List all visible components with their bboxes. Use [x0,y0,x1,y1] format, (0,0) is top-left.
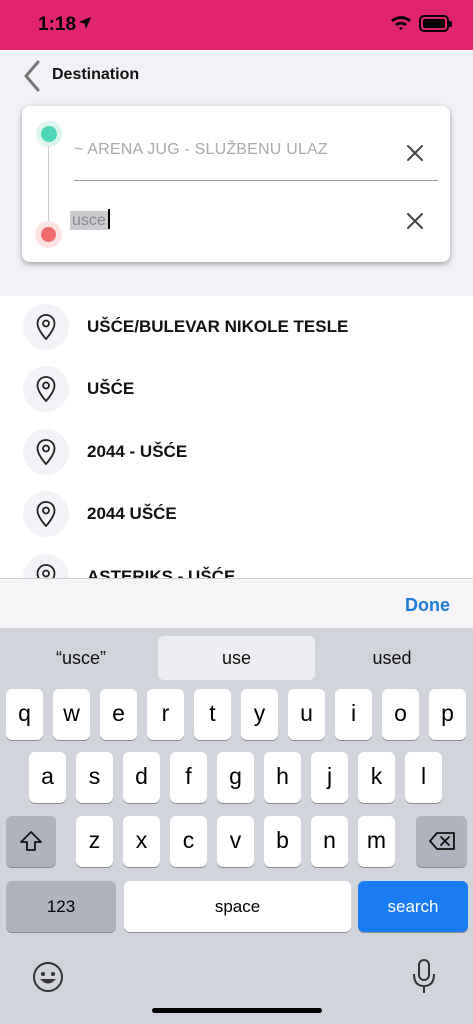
list-item[interactable]: 2044 UŠĆE [0,483,473,545]
key-w[interactable]: w [53,689,90,740]
key-k[interactable]: k [358,752,395,803]
key-u[interactable]: u [288,689,325,740]
back-button[interactable] [18,58,46,94]
emoji-button[interactable] [31,960,65,994]
key-g[interactable]: g [217,752,254,803]
key-t[interactable]: t [194,689,231,740]
home-indicator [152,1008,322,1013]
input-divider [74,180,438,181]
key-p[interactable]: p [429,689,466,740]
pin-icon-badge [23,366,69,412]
results-list: UŠĆE/BULEVAR NIKOLE TESLE UŠĆE 2044 - UŠ… [0,296,473,578]
key-d[interactable]: d [123,752,160,803]
result-label: UŠĆE/BULEVAR NIKOLE TESLE [87,317,349,336]
page-title: Destination [52,66,140,83]
list-item[interactable]: ASTERIKS - UŠĆE [0,546,473,578]
status-time: 1:18 [38,14,77,35]
key-i[interactable]: i [335,689,372,740]
shift-key[interactable] [6,816,56,867]
key-q[interactable]: q [6,689,43,740]
nav-bar: Destination [0,50,473,102]
done-button[interactable]: Done [405,595,450,616]
key-j[interactable]: j [311,752,348,803]
result-label: UŠĆE [87,379,135,398]
destination-field[interactable]: usce [70,209,110,233]
key-m[interactable]: m [358,816,395,867]
key-h[interactable]: h [264,752,301,803]
key-x[interactable]: x [123,816,160,867]
pin-icon-badge [23,554,69,578]
key-a[interactable]: a [29,752,66,803]
list-item[interactable]: UŠĆE/BULEVAR NIKOLE TESLE [0,296,473,358]
close-icon [407,145,423,161]
key-l[interactable]: l [405,752,442,803]
key-z[interactable]: z [76,816,113,867]
pin-icon-badge [23,491,69,537]
microphone-icon [413,959,435,993]
map-pin-icon [36,564,56,578]
result-label: ASTERIKS - UŠĆE [87,567,236,578]
wifi-icon [391,16,411,30]
keyboard-toolbar: Done [0,578,473,628]
route-card: ~ ARENA JUG - SLUŽBENU ULAZ usce [22,106,450,262]
clear-origin-button[interactable] [404,142,426,164]
location-arrow-icon [79,17,91,29]
close-icon [407,213,423,229]
shift-icon [20,831,42,851]
result-label: 2044 - UŠĆE [87,442,188,461]
clear-destination-button[interactable] [404,210,426,232]
delete-key[interactable] [416,816,467,867]
origin-field[interactable]: ~ ARENA JUG - SLUŽBENU ULAZ [74,141,394,159]
pin-icon-badge [23,429,69,475]
key-s[interactable]: s [76,752,113,803]
map-pin-icon [36,314,56,340]
key-n[interactable]: n [311,816,348,867]
list-item[interactable]: 2044 - UŠĆE [0,421,473,483]
key-r[interactable]: r [147,689,184,740]
list-item[interactable]: UŠĆE [0,358,473,420]
dictation-button[interactable] [410,958,438,996]
route-line [48,146,49,222]
numbers-key[interactable]: 123 [6,881,116,932]
suggestion-used[interactable]: used [319,636,465,680]
keyboard: “usce” use used q w e r t y u i o p a s … [0,628,473,1024]
battery-icon [419,15,452,32]
emoji-icon [33,962,63,992]
key-b[interactable]: b [264,816,301,867]
chevron-left-icon [24,60,40,92]
result-label: 2044 UŠĆE [87,504,177,523]
destination-dot-icon [35,221,62,248]
key-v[interactable]: v [217,816,254,867]
origin-dot-icon [36,121,62,147]
suggestion-quoted[interactable]: “usce” [8,636,154,680]
status-bar: 1:18 [0,0,473,50]
map-pin-icon [36,439,56,465]
key-c[interactable]: c [170,816,207,867]
destination-text: usce [70,211,108,230]
text-caret [107,209,110,229]
backspace-icon [428,832,455,850]
space-key[interactable]: space [124,881,351,932]
suggestion-use[interactable]: use [158,636,315,680]
key-y[interactable]: y [241,689,278,740]
map-pin-icon [36,376,56,402]
key-o[interactable]: o [382,689,419,740]
pin-icon-badge [23,304,69,350]
map-pin-icon [36,501,56,527]
search-key[interactable]: search [358,881,468,932]
key-f[interactable]: f [170,752,207,803]
key-e[interactable]: e [100,689,137,740]
